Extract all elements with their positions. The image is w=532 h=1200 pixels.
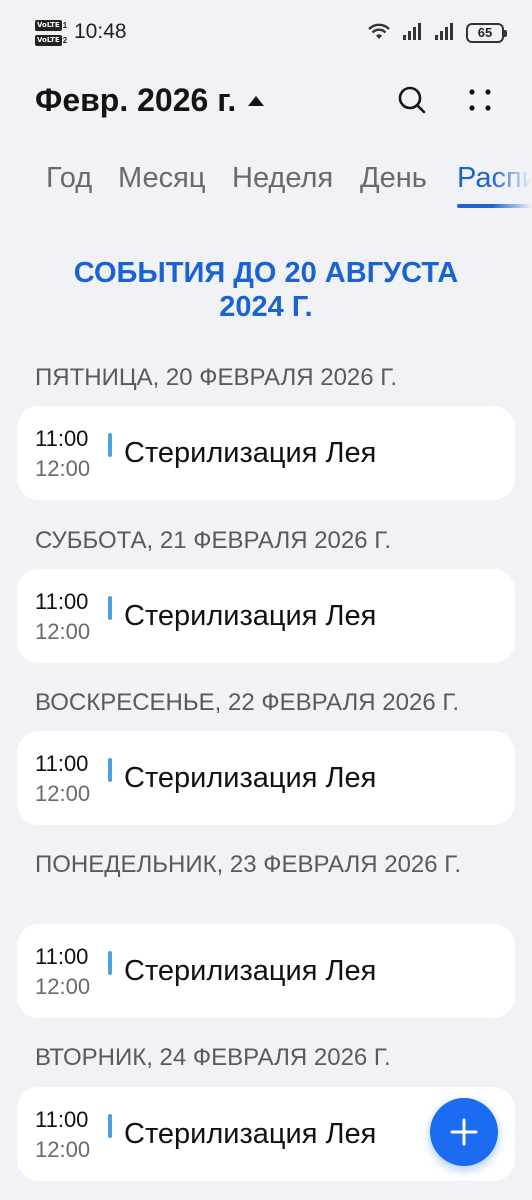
day-header: ПОНЕДЕЛЬНИК, 23 ФЕВРАЛЯ 2026 Г. (35, 851, 462, 878)
event-start-time: 11:00 (35, 751, 89, 776)
caret-up-icon (248, 95, 265, 106)
events-until-line: 2024 Г. (219, 291, 313, 323)
signal-icon (434, 21, 456, 46)
event-card[interactable]: 11:00 12:00 Стерилизация Лея (17, 731, 515, 825)
sim-indicators: VoLTE 1 VoLTE 2 (35, 19, 67, 47)
month-title: Февр. 2026 г. (35, 82, 237, 118)
sim-number: 2 (62, 36, 68, 45)
event-start-time: 11:00 (35, 426, 89, 451)
volte-badge: VoLTE (35, 20, 62, 31)
plus-icon (450, 1118, 478, 1146)
events-until-link[interactable]: СОБЫТИЯ ДО 20 АВГУСТА 2024 Г. (40, 256, 492, 324)
event-end-time: 12:00 (35, 781, 91, 806)
day-header: ПЯТНИЦА, 20 ФЕВРАЛЯ 2026 Г. (35, 364, 398, 391)
day-header: ВТОРНИК, 24 ФЕВРАЛЯ 2026 Г. (35, 1044, 391, 1071)
tab-fade (492, 150, 532, 210)
add-event-button[interactable] (430, 1098, 498, 1166)
event-color-bar (108, 951, 112, 975)
wifi-icon (366, 21, 392, 46)
search-icon (398, 86, 426, 114)
signal-icon (402, 21, 424, 46)
events-until-line: СОБЫТИЯ ДО 20 АВГУСТА (73, 257, 459, 289)
month-selector[interactable]: Февр. 2026 г. (35, 82, 265, 119)
event-title: Стерилизация Лея (124, 600, 377, 632)
event-start-time: 11:00 (35, 1107, 89, 1132)
event-card[interactable]: 11:00 12:00 Стерилизация Лея (17, 569, 515, 663)
event-color-bar (108, 433, 112, 457)
more-options-button[interactable] (460, 80, 500, 120)
day-header: ВОСКРЕСЕНЬЕ, 22 ФЕВРАЛЯ 2026 Г. (35, 689, 460, 716)
event-card[interactable]: 11:00 12:00 Стерилизация Лея (17, 406, 515, 500)
tab-day[interactable]: День (360, 162, 427, 195)
event-end-time: 12:00 (35, 619, 91, 644)
battery-indicator: 65 (466, 23, 507, 43)
view-tabs: Год Месяц Неделя День Распи (0, 150, 532, 210)
event-title: Стерилизация Лея (124, 437, 377, 469)
volte-badge: VoLTE (35, 35, 62, 46)
event-color-bar (108, 1114, 112, 1138)
event-end-time: 12:00 (35, 456, 91, 481)
event-card[interactable]: 11:00 12:00 Стерилизация Лея (17, 924, 515, 1018)
status-time: 10:48 (74, 20, 127, 43)
status-bar: VoLTE 1 VoLTE 2 10:48 65 (0, 0, 532, 64)
search-button[interactable] (392, 80, 432, 120)
event-end-time: 12:00 (35, 1137, 91, 1162)
event-title: Стерилизация Лея (124, 955, 377, 987)
calendar-header: Февр. 2026 г. (0, 64, 532, 136)
event-color-bar (108, 758, 112, 782)
event-start-time: 11:00 (35, 589, 89, 614)
event-title: Стерилизация Лея (124, 762, 377, 794)
tab-year[interactable]: Год (46, 162, 92, 195)
day-header: СУББОТА, 21 ФЕВРАЛЯ 2026 Г. (35, 527, 391, 554)
event-start-time: 11:00 (35, 944, 89, 969)
event-title: Стерилизация Лея (124, 1118, 377, 1150)
tab-month[interactable]: Месяц (118, 162, 205, 195)
event-end-time: 12:00 (35, 974, 91, 999)
tab-week[interactable]: Неделя (232, 162, 333, 195)
event-color-bar (108, 596, 112, 620)
more-dots-icon (469, 89, 491, 111)
sim-number: 1 (62, 21, 68, 30)
status-icons: 65 (366, 20, 507, 46)
